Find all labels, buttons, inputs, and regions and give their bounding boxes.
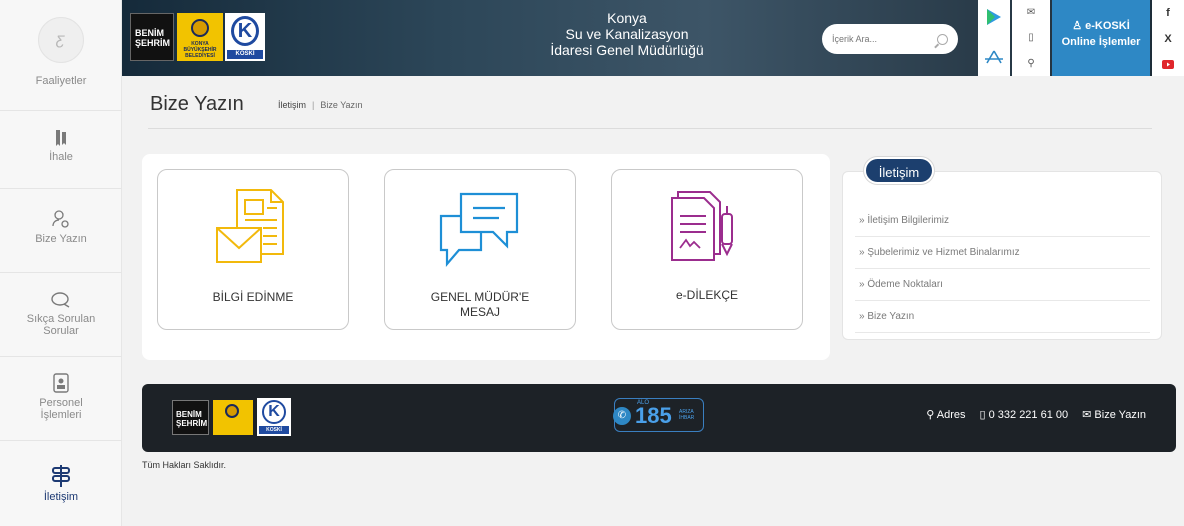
koski-logo[interactable]: K KOSKİ [225,13,265,61]
phone-icon: ✆ [613,407,631,425]
page-title: Bize Yazın [150,93,244,115]
contact-mini-icons: ✉ ▯ ⚲ [1012,0,1050,76]
facebook-icon[interactable]: f [1166,7,1170,19]
link-bize-yazin[interactable]: » Bize Yazın [855,301,1150,333]
sidebar: ƹ Faaliyetler İhale Bize Yazın Sıkça Sor… [0,0,122,526]
header: BENİM ŞEHRİM KONYA BÜYÜKŞEHİR BELEDİYESİ… [122,0,1184,76]
footer-koski-logo[interactable]: K KOSKİ [257,398,291,436]
sidebar-item-label: Personel İşlemleri [39,397,83,421]
user-icon: ♙ [1072,20,1083,32]
x-icon[interactable]: X [1164,33,1171,45]
sidebar-item-ihale[interactable]: İhale [0,110,122,186]
sidebar-item-label: İhale [49,151,73,163]
sidebar-logo-icon: ƹ [37,17,84,63]
koski-k-icon: K [262,400,286,424]
document-envelope-icon [216,189,284,263]
link-subelerimiz[interactable]: » Şubelerimiz ve Hizmet Binalarımız [855,237,1150,269]
sidebar-item-faaliyetler[interactable]: Faaliyetler [0,75,122,87]
sidebar-item-sss[interactable]: Sıkça Sorulan Sorular [0,272,122,354]
sidebar-logo[interactable]: ƹ [0,0,121,80]
mobile-icon: ▯ [979,409,986,421]
breadcrumb-iletisim[interactable]: İletişim [278,100,306,110]
link-iletisim-bilgilerimiz[interactable]: » İletişim Bilgilerimiz [855,205,1150,237]
location-icon: ⚲ [926,409,935,421]
card-label: BİLGİ EDİNME [212,290,294,304]
mail-icon: ✉ [1082,409,1092,421]
app-store-icon[interactable] [984,50,1004,64]
signpost-icon [52,465,70,487]
tab-iletisim[interactable]: İletişim [864,157,934,184]
card-bilgi-edinme[interactable]: BİLGİ EDİNME [157,169,349,330]
site-title: Konya Su ve Kanalizasyon İdaresi Genel M… [550,10,704,58]
mobile-icon[interactable]: ▯ [1028,32,1034,43]
seal-icon [225,404,239,418]
koski-k-icon: K [231,16,259,46]
footer-benim-sehrim-logo[interactable]: BENİM ŞEHRİM [172,400,209,435]
card-label: e-DİLEKÇE [675,288,739,302]
google-play-icon[interactable] [986,8,1002,26]
search-placeholder: İçerik Ara... [832,34,878,44]
footer-phone[interactable]: ▯ 0 332 221 61 00 [979,408,1068,421]
sidebar-item-personel[interactable]: Personel İşlemleri [0,356,122,438]
petition-pen-icon [671,191,733,261]
link-odeme-noktalari[interactable]: » Ödeme Noktaları [855,269,1150,301]
search-icon[interactable] [937,33,948,45]
sidebar-item-label: Sıkça Sorulan Sorular [26,313,96,337]
chat-bubbles-icon [439,192,519,267]
contact-links: » İletişim Bilgilerimiz » Şubelerimiz ve… [855,205,1150,333]
chat-icon [51,292,70,308]
mail-icon[interactable]: ✉ [1027,7,1035,18]
services-panel: BİLGİ EDİNME GENEL MÜDÜR'E MESAJ e-DİLEK… [142,154,830,360]
breadcrumb: İletişim | Bize Yazın [278,100,363,110]
location-icon[interactable]: ⚲ [1027,58,1034,69]
seal-icon [191,19,209,37]
alo-185-badge[interactable]: ✆ ALO 185 ARIZA İHBAR [613,398,704,432]
footer-contact: ⚲ Adres ▯ 0 332 221 61 00 ✉ Bize Yazın [926,408,1146,421]
sidebar-item-label: Bize Yazın [35,233,87,245]
sidebar-item-label: İletişim [43,491,79,503]
card-genel-mudur-mesaj[interactable]: GENEL MÜDÜR'E MESAJ [384,169,576,330]
id-card-icon [53,373,69,393]
footer-konya-bb-logo[interactable] [213,400,253,435]
app-links [978,0,1010,76]
bookmark-icon [56,130,66,146]
sidebar-item-bize-yazin[interactable]: Bize Yazın [0,188,122,270]
card-label: GENEL MÜDÜR'E MESAJ [430,290,530,319]
user-settings-icon [52,210,69,228]
divider [148,128,1152,129]
e-koski-online-button[interactable]: ♙ e-KOSKİ Online İşlemler [1052,0,1150,76]
social-links: f X [1152,0,1184,76]
search-input[interactable]: İçerik Ara... [822,24,958,54]
benim-sehrim-logo[interactable]: BENİM ŞEHRİM [130,13,174,61]
youtube-icon[interactable] [1162,59,1174,69]
konya-bb-logo[interactable]: KONYA BÜYÜKŞEHİR BELEDİYESİ [177,13,223,61]
footer: BENİM ŞEHRİM K KOSKİ ✆ ALO 185 ARIZA İHBA… [142,384,1176,452]
card-e-dilekce[interactable]: e-DİLEKÇE [611,169,803,330]
sidebar-item-iletisim[interactable]: İletişim [0,440,122,526]
breadcrumb-current: Bize Yazın [320,100,363,110]
footer-address-link[interactable]: ⚲ Adres [926,408,965,421]
footer-write-link[interactable]: ✉ Bize Yazın [1082,408,1146,421]
copyright: Tüm Hakları Saklıdır. [142,460,227,470]
